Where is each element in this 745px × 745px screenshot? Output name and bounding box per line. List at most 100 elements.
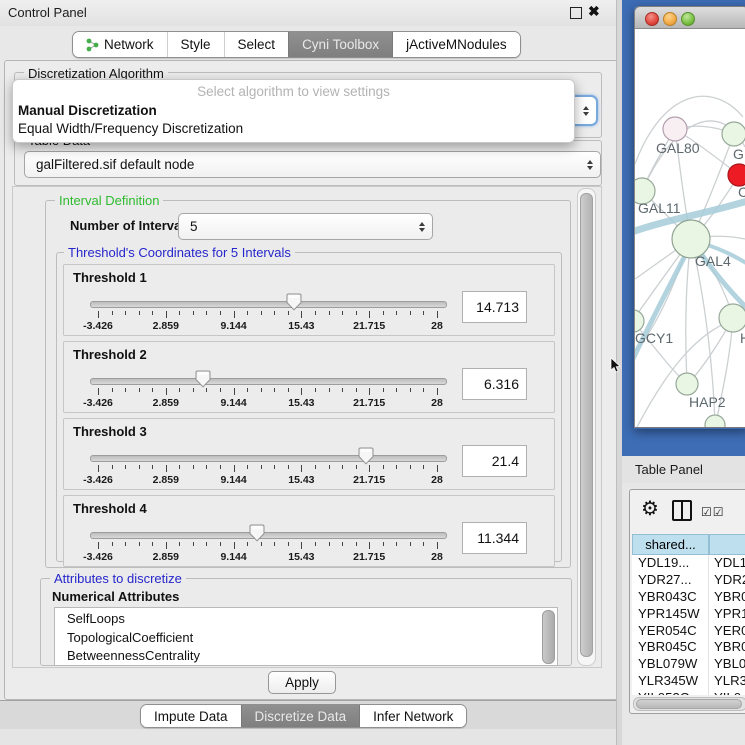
tick-mark [288,542,289,546]
column-header-shared-name[interactable]: shared... [632,534,709,555]
thresholds-group-label: Threshold's Coordinates for 5 Intervals [64,245,295,260]
table-row[interactable]: YPR145WYPR1 [632,606,745,623]
table-row[interactable]: YBL079WYBL0 [632,656,745,673]
tab-jactivemnodules[interactable]: jActiveMNodules [392,32,520,57]
pink-node[interactable] [663,117,687,141]
attribute-list-item[interactable]: TopologicalCoefficient [55,629,557,648]
tab-discretize-data[interactable]: Discretize Data [241,705,360,727]
algorithm-option[interactable]: Manual Discretization [15,102,572,120]
numerical-attributes-list: SelfLoopsTopologicalCoefficientBetweenne… [54,607,558,666]
float-window-icon[interactable] [570,7,582,19]
tab-infer-network[interactable]: Infer Network [359,705,466,727]
threshold-label: Threshold 3 [73,424,147,439]
slider-track[interactable] [90,532,447,539]
tick-mark [261,465,262,469]
top-right-node[interactable] [722,122,745,146]
tick-mark [179,311,180,315]
tick-mark [369,388,370,395]
number-of-intervals-combobox[interactable]: 5 [178,213,433,240]
cell-shared-name: YBL079W [632,656,709,673]
list-scrollbar[interactable] [542,610,555,664]
table-panel-titlebar: Table Panel [622,456,745,484]
close-traffic-light[interactable] [645,12,659,26]
cell-name: YBL0 [709,656,745,673]
attribute-list-item[interactable]: SelfLoops [55,610,557,629]
tab-impute-data[interactable]: Impute Data [141,705,241,727]
red-node[interactable] [728,164,745,186]
tick-mark [369,311,370,318]
cell-shared-name: YER054C [632,623,709,640]
tick-mark [152,542,153,546]
right-node[interactable] [719,304,745,332]
tick-mark [315,542,316,546]
tick-mark [274,388,275,392]
slider-track[interactable] [90,301,447,308]
slider-thumb[interactable] [358,447,374,465]
tick-mark [125,388,126,392]
panel-title: Control Panel [8,5,87,20]
interval-definition-label: Interval Definition [55,193,163,208]
tick-mark [247,465,248,469]
gear-icon[interactable]: ⚙ [641,496,659,521]
table-row[interactable]: YER054CYER0 [632,623,745,640]
threshold-value-field[interactable]: 11.344 [462,522,527,554]
table-row[interactable]: YLR345WYLR3 [632,673,745,690]
bottom-node[interactable] [705,415,725,428]
algorithm-option[interactable]: Equal Width/Frequency Discretization [15,120,572,138]
tab-style[interactable]: Style [167,32,224,57]
column-header-name[interactable]: na [709,534,745,555]
network-canvas[interactable]: GAL80GCGAL11GAL4GCY1HHAP2 [634,29,745,428]
settings-scrollbar[interactable] [577,188,596,666]
cell-shared-name: YPR145W [632,606,709,623]
hap2-node[interactable] [676,373,698,395]
dropdown-options: Manual DiscretizationEqual Width/Frequen… [15,102,572,138]
table-row[interactable]: YIL053CYIL0 [632,690,745,695]
tick-label: 9.144 [220,474,246,486]
threshold-value-field[interactable]: 14.713 [462,291,527,323]
tab-network[interactable]: Network [73,32,167,57]
slider-thumb[interactable] [249,524,265,542]
tick-mark [383,311,384,315]
tick-mark [112,542,113,546]
apply-button[interactable]: Apply [268,671,336,694]
tick-label: 15.43 [288,397,314,409]
tab-select[interactable]: Select [224,32,289,57]
columns-icon[interactable] [672,500,692,521]
slider-thumb[interactable] [286,293,302,311]
slider-track[interactable] [90,455,447,462]
table-row[interactable]: YBR043CYBR0 [632,589,745,606]
tick-mark [396,465,397,469]
zoom-traffic-light[interactable] [681,12,695,26]
tick-mark [315,311,316,315]
table-data-combobox[interactable]: galFiltered.sif default node [24,151,601,178]
minimize-traffic-light[interactable] [663,12,677,26]
slider-thumb[interactable] [195,370,211,388]
tick-mark [125,465,126,469]
node-label: C [738,184,745,200]
threshold-value-field[interactable]: 6.316 [462,368,527,400]
checkbox-icons[interactable]: ☑☑ [701,505,725,519]
tick-mark [179,465,180,469]
table-hscrollbar[interactable] [633,697,745,711]
node-label: GAL4 [695,253,731,269]
attribute-list-item[interactable]: BetweennessCentrality [55,647,557,666]
settings-scrollbar-thumb[interactable] [580,193,593,657]
close-icon[interactable]: ✖ [588,3,600,20]
tick-mark [437,542,438,549]
table-row[interactable]: YDR27...YDR2 [632,572,745,589]
threshold-value-field[interactable]: 21.4 [462,445,527,477]
table-row[interactable]: YBR045CYBR0 [632,639,745,656]
slider-track[interactable] [90,378,447,385]
mouse-cursor [610,358,622,374]
table-hscrollbar-thumb[interactable] [636,699,742,709]
tick-label: 2.859 [153,551,179,563]
tab-cyni-toolbox[interactable]: Cyni Toolbox [288,32,392,57]
tick-mark [274,311,275,315]
gcy1-node[interactable] [635,310,644,332]
table-row[interactable]: YDL19...YDL1 [632,555,745,572]
network-window-titlebar[interactable] [634,6,745,29]
node-label: H [740,330,745,346]
tick-mark [139,388,140,392]
tick-mark [112,388,113,392]
tick-mark [179,542,180,546]
